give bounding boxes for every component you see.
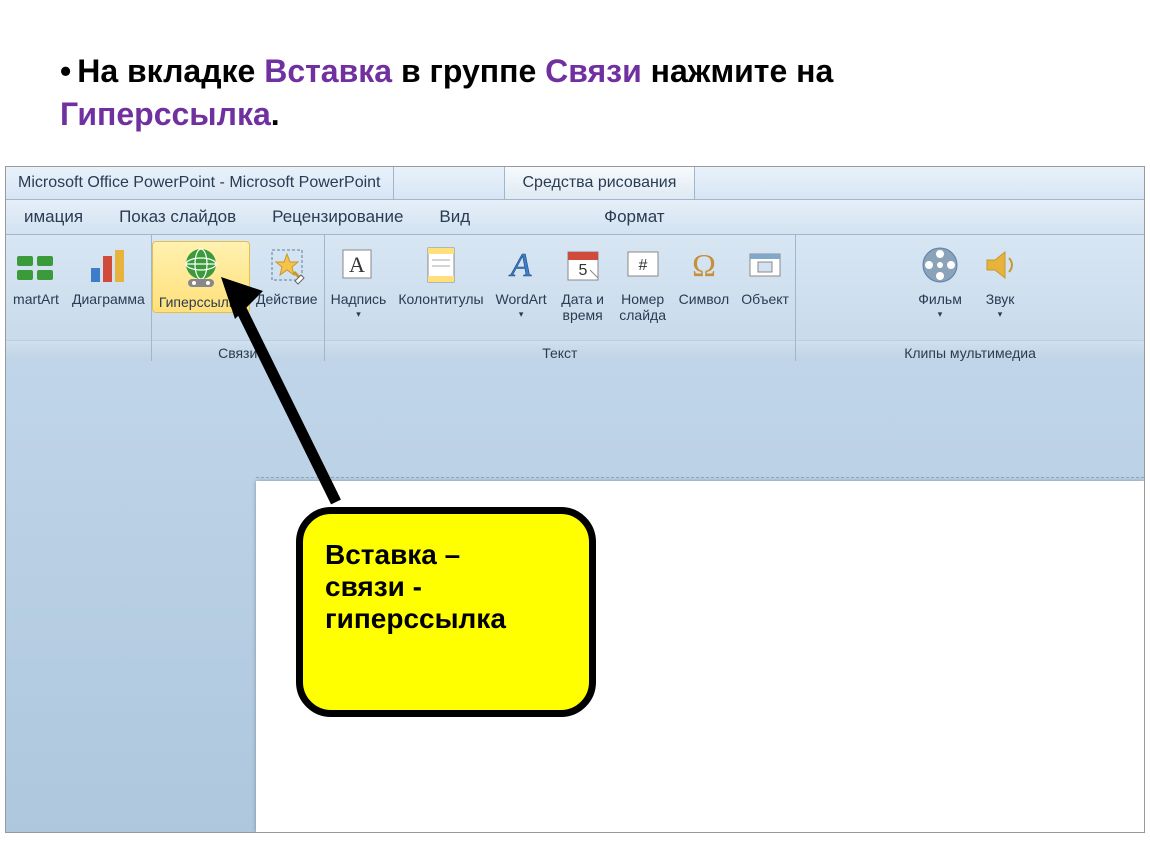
smartart-button[interactable]: martArt [6, 241, 66, 307]
button-label: martArt [13, 291, 59, 307]
button-label: Номер слайда [619, 291, 666, 323]
ribbon-group-media: Фильм ▾ Звук ▾ Клипы мультимедиа [796, 235, 1144, 363]
chart-icon [84, 241, 132, 289]
button-label: Дата и время [561, 291, 604, 323]
group-name-text: Текст [325, 340, 796, 363]
window-title: Microsoft Office PowerPoint - Microsoft … [6, 167, 394, 199]
dropdown-icon: ▾ [519, 309, 524, 320]
tab-format[interactable]: Формат [586, 207, 682, 227]
callout-line: гиперссылка [325, 603, 567, 635]
svg-text:A: A [350, 252, 366, 277]
slidenumber-button[interactable]: # Номер слайда [613, 241, 673, 323]
chart-button[interactable]: Диаграмма [66, 241, 151, 307]
tab-view[interactable]: Вид [421, 207, 488, 227]
movie-button[interactable]: Фильм ▾ [910, 241, 970, 320]
wordart-icon: A [497, 241, 545, 289]
button-label: Объект [741, 291, 789, 307]
tab-animation[interactable]: имация [6, 207, 101, 227]
text-part: в группе [401, 53, 536, 89]
globe-link-icon [177, 244, 225, 292]
callout-line: Вставка – [325, 539, 567, 571]
ribbon-group-text: A Надпись ▾ Колонтитулы A WordArt [325, 235, 797, 363]
hyperlink-button[interactable]: Гиперссылка [152, 241, 250, 313]
text-part: . [271, 96, 280, 132]
dropdown-icon: ▾ [998, 309, 1003, 320]
action-star-icon [263, 241, 311, 289]
object-button[interactable]: Объект [735, 241, 795, 307]
group-name-media: Клипы мультимедиа [796, 340, 1144, 363]
powerpoint-screenshot: Microsoft Office PowerPoint - Microsoft … [5, 166, 1145, 833]
textbox-icon: A [334, 241, 382, 289]
button-label: Гиперссылка [159, 294, 243, 310]
dropdown-icon: ▾ [938, 309, 943, 320]
omega-icon: Ω [680, 241, 728, 289]
button-label: Колонтитулы [398, 291, 483, 307]
button-label: WordArt [496, 291, 547, 307]
highlight-group: Связи [545, 53, 642, 89]
group-name-links: Связи [152, 340, 324, 363]
headerfooter-button[interactable]: Колонтитулы [392, 241, 489, 307]
smartart-icon [12, 241, 60, 289]
ribbon-group-links: Гиперссылка Действие Связи [152, 235, 325, 363]
dropdown-icon: ▾ [356, 309, 361, 320]
button-label: Звук [986, 291, 1015, 307]
svg-text:5: 5 [578, 262, 587, 279]
button-label: Надпись [331, 291, 387, 307]
highlight-tab: Вставка [264, 53, 392, 89]
ribbon-group-illustrations: martArt Диаграмма [6, 235, 152, 363]
calendar-icon: 5 [559, 241, 607, 289]
button-label: Фильм [918, 291, 962, 307]
bullet-icon: • [60, 50, 71, 93]
window-titlebar: Microsoft Office PowerPoint - Microsoft … [6, 167, 1144, 200]
svg-text:A: A [509, 247, 532, 284]
tab-slideshow[interactable]: Показ слайдов [101, 207, 254, 227]
button-label: Символ [679, 291, 729, 307]
ribbon-tabs: имация Показ слайдов Рецензирование Вид … [6, 200, 1144, 235]
ribbon: martArt Диаграмма Гиперссылка [6, 235, 1144, 364]
svg-text:#: # [638, 257, 647, 274]
action-button[interactable]: Действие [250, 241, 324, 307]
annotation-callout: Вставка – связи - гиперссылка [296, 507, 596, 717]
contextual-tab-title: Средства рисования [504, 167, 696, 199]
text-part: На вкладке [77, 53, 255, 89]
text-part: нажмите на [651, 53, 834, 89]
tab-review[interactable]: Рецензирование [254, 207, 421, 227]
button-label: Действие [256, 291, 318, 307]
sound-button[interactable]: Звук ▾ [970, 241, 1030, 320]
callout-line: связи - [325, 571, 567, 603]
object-icon [741, 241, 789, 289]
wordart-button[interactable]: A WordArt ▾ [490, 241, 553, 320]
slidenumber-icon: # [619, 241, 667, 289]
film-reel-icon [916, 241, 964, 289]
textbox-button[interactable]: A Надпись ▾ [325, 241, 393, 320]
headerfooter-icon [417, 241, 465, 289]
group-name-blank [6, 340, 151, 363]
datetime-button[interactable]: 5 Дата и время [553, 241, 613, 323]
highlight-button: Гиперссылка [60, 96, 271, 132]
ruler [256, 477, 1144, 480]
speaker-icon [976, 241, 1024, 289]
symbol-button[interactable]: Ω Символ [673, 241, 735, 307]
instruction-text: •На вкладке Вставка в группе Связи нажми… [0, 0, 1150, 156]
button-label: Диаграмма [72, 291, 145, 307]
svg-text:Ω: Ω [692, 247, 716, 283]
